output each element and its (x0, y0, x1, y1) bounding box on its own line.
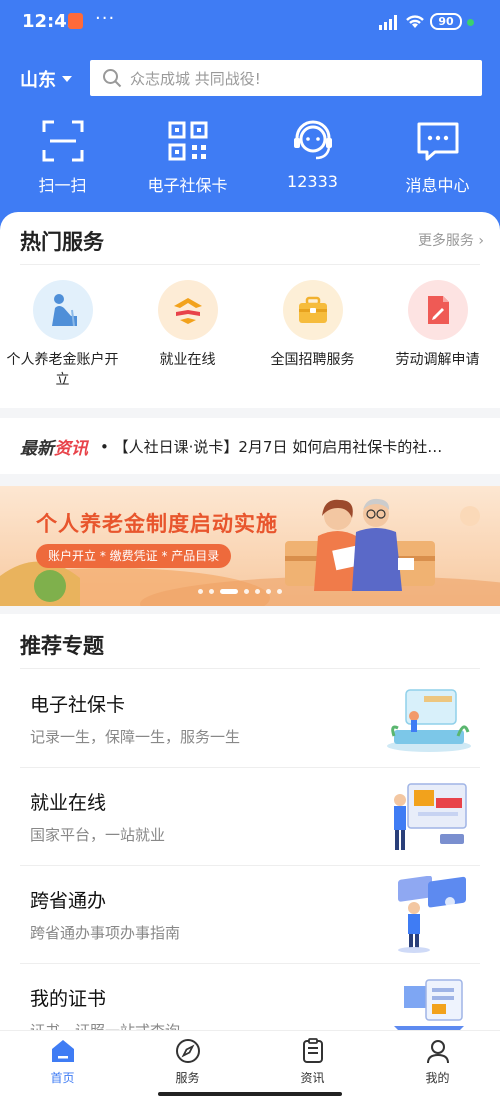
news-headline[interactable]: • 【人社日课·说卡】2月7日 如何启用社保卡的社… (100, 436, 460, 457)
quick-scan-button[interactable]: 扫一扫 (0, 118, 125, 198)
page-dot (266, 589, 271, 594)
service-labor-mediation[interactable]: 劳动调解申请 (375, 280, 500, 390)
promo-banner[interactable]: 个人养老金制度启动实施 账户开立 * 缴费凭证 * 产品目录 (0, 486, 500, 606)
news-tag-b: 资讯 (54, 438, 88, 459)
employment-icon (157, 280, 218, 340)
service-mediation-label: 劳动调解申请 (395, 352, 480, 368)
topic-title: 我的证书 (30, 988, 107, 1010)
home-indicator (158, 1092, 342, 1096)
qrcode-icon (168, 121, 207, 161)
topic-cross-province[interactable]: 跨省通办 跨省通办事项办事指南 (20, 866, 480, 964)
nav-profile-label: 我的 (425, 1071, 450, 1085)
service-pension-account[interactable]: 个人养老金账户开立 (0, 280, 125, 390)
cross-province-illustration (398, 876, 466, 953)
page-dot (277, 589, 282, 594)
service-employment-label: 就业在线 (159, 352, 216, 368)
nav-news-label: 资讯 (300, 1071, 325, 1085)
quick-message-button[interactable]: 消息中心 (375, 118, 500, 198)
divider (20, 668, 480, 669)
document-icon (407, 280, 468, 340)
more-notifications-icon: ··· (95, 8, 116, 29)
hot-services-list: 个人养老金账户开立 就业在线 全国招聘服务 劳动调解申请 (0, 280, 500, 390)
quick-social-card-label: 电子社保卡 (147, 176, 228, 195)
briefcase-icon (282, 280, 343, 340)
compass-icon (175, 1039, 200, 1063)
social-card-illustration (387, 689, 471, 752)
topic-desc: 跨省通办事项办事指南 (30, 924, 181, 942)
news-icon (302, 1038, 323, 1063)
recommended-topics: 推荐专题 电子社保卡 记录一生，保障一生，服务一生 就业在线 国家平台，一站就业 (0, 614, 500, 1044)
service-pension-label: 个人养老金账户开立 (6, 352, 119, 388)
topic-social-card[interactable]: 电子社保卡 记录一生，保障一生，服务一生 (20, 670, 480, 768)
nav-services-label: 服务 (175, 1071, 200, 1085)
page-dot (255, 589, 260, 594)
nav-home[interactable]: 首页 (0, 1031, 125, 1099)
shop-app-icon (68, 13, 83, 29)
page-dot (209, 589, 214, 594)
news-ticker[interactable]: 最新资讯 • 【人社日课·说卡】2月7日 如何启用社保卡的社… (0, 418, 500, 474)
more-services-link[interactable]: 更多服务 › (418, 230, 484, 250)
hot-services-card: 热门服务 更多服务 › 个人养老金账户开立 就业在线 全国招聘服务 劳动调解申请 (0, 212, 500, 408)
user-icon (426, 1040, 449, 1064)
quick-actions: 扫一扫 电子社保卡 12333 消息中心 (0, 118, 500, 198)
wifi-icon (406, 15, 424, 28)
page-dot (244, 589, 249, 594)
quick-scan-label: 扫一扫 (38, 176, 87, 195)
topic-title: 就业在线 (30, 792, 107, 814)
quick-social-card-button[interactable]: 电子社保卡 (125, 118, 250, 198)
app-screen: 12:43 ··· 90 山东 众志成城 共同战役! 扫一扫 电子社保卡 123… (0, 0, 500, 1099)
search-placeholder: 众志成城 共同战役! (130, 69, 261, 88)
nav-services[interactable]: 服务 (125, 1031, 250, 1099)
message-icon (417, 122, 458, 161)
topic-title: 跨省通办 (30, 890, 107, 912)
nav-profile[interactable]: 我的 (375, 1031, 500, 1099)
service-recruitment-label: 全国招聘服务 (270, 352, 355, 368)
charging-dot (467, 19, 474, 26)
status-bar: 12:43 ··· 90 (0, 0, 500, 44)
news-tag: 最新资讯 (20, 434, 88, 459)
hot-services-title: 热门服务 (20, 230, 104, 254)
search-icon (103, 69, 122, 88)
divider (20, 264, 480, 265)
scan-icon (42, 120, 83, 162)
caret-down-icon (62, 76, 72, 82)
battery-icon: 90 (430, 13, 462, 30)
signal-icon (379, 15, 397, 30)
banner-subtitle: 账户开立 * 缴费凭证 * 产品目录 (36, 544, 232, 568)
city-label: 山东 (20, 70, 56, 91)
page-dot (198, 589, 203, 594)
page-dot-active (220, 589, 238, 594)
quick-hotline-button[interactable]: 12333 (250, 118, 375, 198)
banner-pagination (198, 589, 282, 594)
nav-news[interactable]: 资讯 (250, 1031, 375, 1099)
headset-icon (293, 120, 332, 160)
topic-employment-online[interactable]: 就业在线 国家平台，一站就业 (20, 768, 480, 866)
search-input[interactable]: 众志成城 共同战役! (90, 60, 482, 96)
recommended-title: 推荐专题 (20, 634, 104, 658)
city-selector[interactable]: 山东 (20, 66, 72, 92)
quick-message-label: 消息中心 (405, 176, 470, 195)
topic-title: 电子社保卡 (30, 694, 126, 716)
quick-hotline-label: 12333 (287, 172, 338, 191)
news-tag-a: 最新 (20, 438, 54, 459)
pension-icon (32, 280, 93, 340)
service-recruitment[interactable]: 全国招聘服务 (250, 280, 375, 390)
topic-desc: 记录一生，保障一生，服务一生 (30, 728, 241, 746)
banner-title: 个人养老金制度启动实施 (36, 512, 278, 536)
topic-desc: 国家平台，一站就业 (30, 826, 166, 844)
bottom-nav: 首页 服务 资讯 我的 (0, 1030, 500, 1099)
home-icon (51, 1040, 74, 1062)
service-employment-online[interactable]: 就业在线 (125, 280, 250, 390)
employment-illustration (394, 783, 467, 850)
nav-home-label: 首页 (50, 1071, 75, 1085)
